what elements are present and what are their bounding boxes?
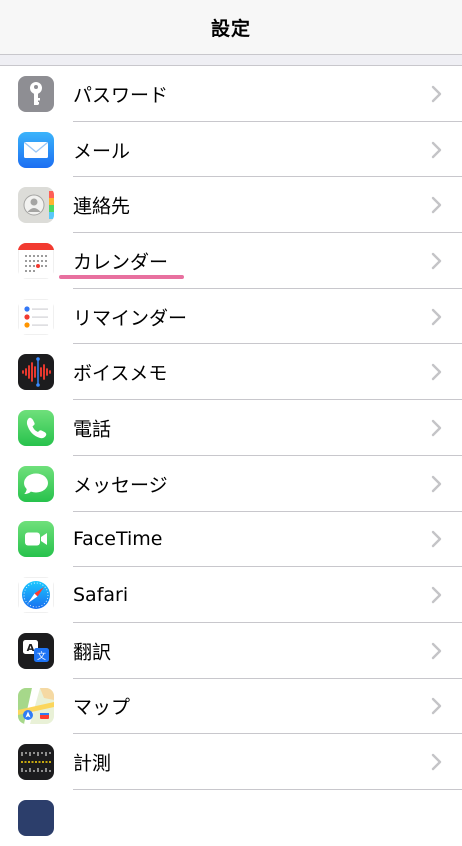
chevron-right-icon: [431, 419, 442, 437]
settings-row-voice-memos[interactable]: ボイスメモ: [0, 344, 462, 401]
settings-row-calendar[interactable]: カレンダー: [0, 233, 462, 289]
chevron-right-icon: [431, 586, 442, 604]
chevron-right-icon: [431, 141, 442, 158]
settings-row-translate[interactable]: A 文 翻訳: [0, 623, 462, 679]
settings-row-label: FaceTime: [73, 528, 163, 551]
chevron-right-icon: [431, 85, 442, 103]
chevron-right-icon: [431, 698, 442, 715]
settings-row-label: カレンダー: [73, 251, 169, 274]
settings-row-safari[interactable]: Safari: [0, 567, 462, 623]
svg-text:A: A: [27, 643, 35, 654]
settings-row-label: リマインダー: [73, 307, 188, 330]
chevron-right-icon: [431, 308, 442, 325]
page-title: 設定: [210, 17, 251, 40]
settings-row-reminders[interactable]: リマインダー: [0, 289, 462, 345]
chevron-right-icon: [431, 364, 442, 381]
translate-icon: A 文: [18, 632, 54, 669]
measure-icon: [18, 744, 54, 781]
chevron-right-icon: [431, 197, 442, 214]
chevron-right-icon: [431, 531, 442, 548]
settings-row-measure[interactable]: 計測: [0, 734, 462, 790]
maps-icon: [18, 688, 54, 725]
settings-row-mail[interactable]: メール: [0, 122, 462, 178]
phone-icon: [18, 409, 54, 446]
settings-row-label: 翻訳: [73, 641, 112, 664]
settings-row-label: Safari: [73, 584, 129, 607]
settings-row-facetime[interactable]: FaceTime: [0, 512, 462, 568]
mail-icon: [18, 131, 54, 168]
chevron-right-icon: [431, 753, 442, 771]
svg-text:文: 文: [37, 650, 46, 662]
settings-list: パスワード メール 連絡先 カレンダー リマインダー ボイスメモ 電話 メッセー…: [0, 66, 462, 846]
app-icon: [18, 799, 54, 836]
settings-row-maps[interactable]: マップ: [0, 679, 462, 735]
settings-row-label: メッセージ: [73, 474, 168, 497]
chevron-right-icon: [431, 642, 442, 659]
navigation-bar: 設定: [0, 0, 462, 55]
facetime-icon: [18, 521, 54, 558]
reminders-icon: [18, 298, 54, 335]
settings-row-label: 電話: [73, 418, 112, 441]
voice-memos-icon: [18, 354, 54, 391]
key-icon: [18, 75, 54, 112]
highlight-underline: [59, 275, 184, 280]
chevron-right-icon: [431, 475, 442, 492]
settings-row-messages[interactable]: メッセージ: [0, 456, 462, 512]
settings-row-label: メール: [73, 140, 131, 163]
settings-row-label: ボイスメモ: [73, 362, 168, 385]
settings-row-phone[interactable]: 電話: [0, 400, 462, 456]
contacts-icon: [18, 187, 54, 224]
settings-row-partial[interactable]: [0, 790, 462, 846]
calendar-icon: [18, 242, 54, 279]
settings-row-label: 計測: [73, 752, 112, 775]
settings-row-passwords[interactable]: パスワード: [0, 66, 462, 122]
settings-row-contacts[interactable]: 連絡先: [0, 177, 462, 234]
settings-row-label: 連絡先: [73, 195, 131, 218]
settings-row-label: パスワード: [73, 84, 169, 107]
safari-icon: [18, 577, 54, 614]
messages-icon: [18, 465, 54, 502]
chevron-right-icon: [431, 252, 442, 270]
settings-row-label: マップ: [73, 696, 131, 719]
section-gap: [0, 55, 462, 66]
